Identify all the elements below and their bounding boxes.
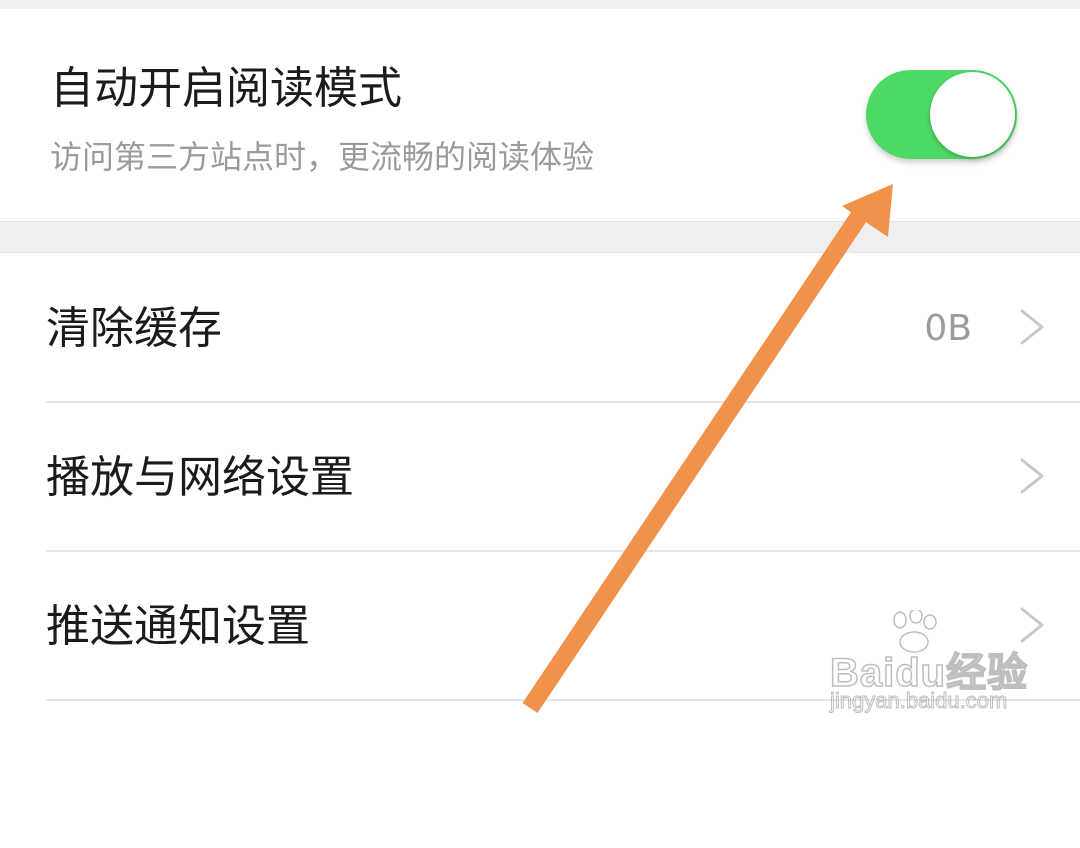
watermark-url: jingyan.baidu.com bbox=[829, 688, 1008, 714]
baidu-watermark: Baidu经验 jingyan.baidu.com bbox=[829, 610, 1040, 720]
section-gap bbox=[0, 222, 1080, 253]
list-item-label: 推送通知设置 bbox=[46, 601, 310, 652]
chevron-right-icon bbox=[1020, 458, 1044, 494]
list-item-label: 清除缓存 bbox=[46, 303, 222, 354]
reading-mode-description: 访问第三方站点时，更流畅的阅读体验 bbox=[50, 138, 595, 176]
reading-mode-title: 自动开启阅读模式 bbox=[50, 63, 402, 114]
reading-mode-toggle[interactable] bbox=[866, 70, 1017, 159]
chevron-right-icon bbox=[1020, 309, 1044, 345]
reading-mode-card: 自动开启阅读模式 访问第三方站点时，更流畅的阅读体验 bbox=[0, 9, 1080, 222]
list-item-clear-cache[interactable]: 清除缓存 0B bbox=[0, 253, 1080, 401]
toggle-knob bbox=[930, 72, 1015, 157]
cache-size-value: 0B bbox=[924, 308, 972, 349]
list-item-playback-network[interactable]: 播放与网络设置 bbox=[0, 402, 1080, 550]
top-section-gap bbox=[0, 0, 1080, 9]
list-item-partial[interactable] bbox=[0, 700, 1080, 848]
list-item-label: 播放与网络设置 bbox=[46, 452, 354, 503]
